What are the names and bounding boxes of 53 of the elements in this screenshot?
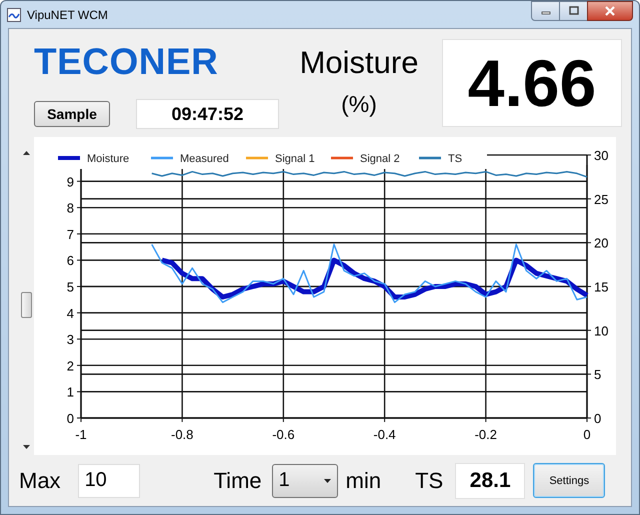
- legend-label: Moisture: [87, 153, 130, 165]
- brand-logo: TECONER: [34, 42, 220, 82]
- scroll-down-icon[interactable]: [22, 445, 30, 449]
- close-icon[interactable]: [604, 6, 616, 16]
- settings-button[interactable]: Settings: [533, 463, 606, 498]
- axis-label: 0: [594, 411, 602, 426]
- axis-label: -0.6: [272, 427, 295, 442]
- axis-label: 10: [594, 323, 608, 338]
- legend-label: Signal 2: [360, 153, 400, 165]
- axis-label: 0: [66, 411, 74, 426]
- axis-label: 8: [66, 200, 74, 216]
- axis-label: 0: [583, 427, 591, 442]
- app-icon: [7, 8, 21, 22]
- axis-label: 5: [66, 280, 74, 294]
- dropdown-caret-icon[interactable]: [324, 478, 331, 482]
- axis-label: 20: [594, 236, 608, 251]
- close-button[interactable]: [587, 1, 633, 21]
- legend-label: Signal 1: [275, 153, 315, 165]
- time-dropdown[interactable]: 1: [272, 464, 338, 498]
- ts-field: 28.1: [455, 462, 526, 498]
- axis-label: 2: [66, 358, 74, 374]
- ts-label: TS: [415, 468, 444, 494]
- axis-label: 9: [66, 174, 74, 190]
- axis-label: -0.8: [171, 427, 194, 442]
- maximize-button[interactable]: [559, 1, 588, 21]
- scroll-thumb[interactable]: [20, 292, 32, 318]
- axis-label: 5: [594, 367, 602, 382]
- unit-label: (%): [341, 91, 377, 118]
- axis-label: 7: [66, 226, 74, 242]
- minimize-button[interactable]: [531, 1, 560, 21]
- axis-label: 4: [66, 306, 74, 321]
- axis-label: 25: [594, 192, 608, 207]
- max-field[interactable]: 10: [78, 464, 140, 498]
- axis-label: 1: [66, 384, 74, 400]
- axis-label: 30: [594, 148, 608, 163]
- axis-label: -1: [75, 427, 87, 442]
- unit-label: min: [346, 468, 382, 494]
- axis-label: -0.4: [373, 427, 396, 442]
- maximize-icon[interactable]: [568, 6, 580, 16]
- axis-label: -0.2: [474, 427, 497, 442]
- reading-display: 4.66: [442, 39, 622, 127]
- axis-label: 3: [66, 332, 74, 348]
- sample-button[interactable]: Sample: [34, 101, 110, 127]
- measure-label: Moisture: [300, 45, 418, 81]
- max-label: Max: [19, 468, 61, 494]
- legend-label: TS: [448, 153, 462, 165]
- axis-label: 15: [594, 280, 608, 294]
- axis-label: 6: [66, 253, 74, 268]
- time-field: 09:47:52: [136, 99, 279, 129]
- scroll-up-icon[interactable]: [22, 151, 30, 155]
- legend-label: Measured: [180, 153, 229, 165]
- time-label: Time: [214, 468, 262, 494]
- window-title: VipuNET WCM: [27, 8, 108, 22]
